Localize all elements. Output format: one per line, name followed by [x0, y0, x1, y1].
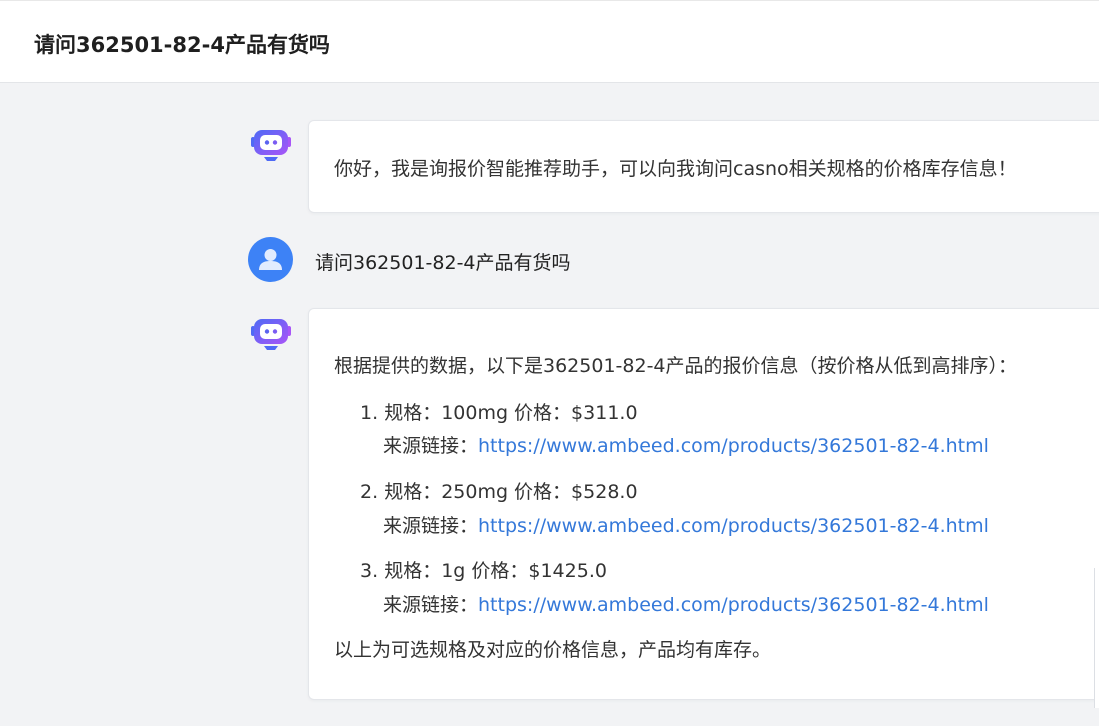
robot-icon [251, 319, 291, 350]
list-index: 1. [360, 402, 379, 424]
spec-line: 规格：250mg 价格：$528.0 [384, 481, 638, 503]
reply-outro: 以上为可选规格及对应的价格信息，产品均有库存。 [334, 639, 772, 661]
list-item: 3. 规格：1g 价格：$1425.0 [360, 556, 607, 583]
list-item: 2. 规格：250mg 价格：$528.0 [360, 477, 638, 504]
list-index: 2. [360, 481, 379, 503]
bot-avatar [249, 313, 293, 357]
greeting-text: 你好，我是询报价智能推荐助手，可以向我询问casno相关规格的价格库存信息！ [334, 158, 1017, 180]
source-label: 来源链接： [383, 435, 479, 457]
source-line: 来源链接：https://www.ambeed.com/products/362… [383, 431, 989, 458]
user-icon [259, 249, 282, 270]
spec-line: 规格：100mg 价格：$311.0 [384, 402, 638, 424]
reply-intro: 根据提供的数据，以下是362501-82-4产品的报价信息（按价格从低到高排序）… [334, 355, 1018, 377]
source-line: 来源链接：https://www.ambeed.com/products/362… [383, 590, 989, 617]
side-panel-edge [1094, 568, 1099, 708]
user-message: 请问362501-82-4产品有货吗 [315, 252, 571, 274]
source-line: 来源链接：https://www.ambeed.com/products/362… [383, 511, 989, 538]
source-link[interactable]: https://www.ambeed.com/products/362501-8… [478, 594, 989, 616]
bot-message-reply: 根据提供的数据，以下是362501-82-4产品的报价信息（按价格从低到高排序）… [308, 308, 1099, 700]
page-title: 请问362501-82-4产品有货吗 [34, 33, 330, 57]
bot-avatar [249, 124, 293, 168]
bot-message-greeting: 你好，我是询报价智能推荐助手，可以向我询问casno相关规格的价格库存信息！ [308, 120, 1099, 213]
list-index: 3. [360, 560, 379, 582]
source-link[interactable]: https://www.ambeed.com/products/362501-8… [478, 435, 989, 457]
user-avatar [248, 237, 293, 282]
spec-line: 规格：1g 价格：$1425.0 [384, 560, 607, 582]
chat-header: 请问362501-82-4产品有货吗 [0, 0, 1099, 83]
source-label: 来源链接： [383, 515, 479, 537]
list-item: 1. 规格：100mg 价格：$311.0 [360, 398, 638, 425]
source-link[interactable]: https://www.ambeed.com/products/362501-8… [478, 515, 989, 537]
source-label: 来源链接： [383, 594, 479, 616]
robot-icon [251, 130, 291, 161]
